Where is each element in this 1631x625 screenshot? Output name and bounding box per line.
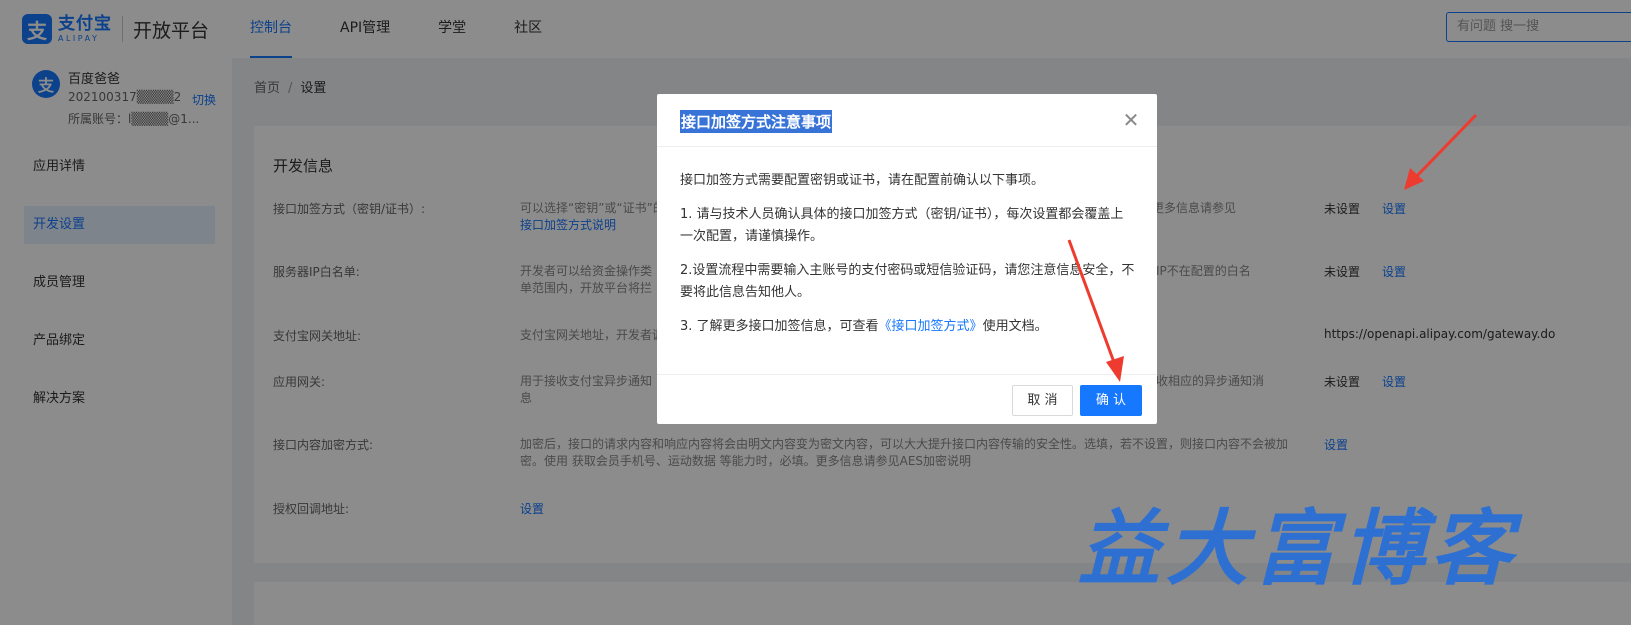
close-icon[interactable]: ✕	[1119, 108, 1143, 132]
signing-notice-modal: 接口加签方式注意事项 ✕ 接口加签方式需要配置密钥或证书，请在配置前确认以下事项…	[657, 94, 1157, 424]
signing-method-doc-link[interactable]: 《接口加签方式》	[879, 319, 983, 334]
modal-body: 接口加签方式需要配置密钥或证书，请在配置前确认以下事项。 1. 请与技术人员确认…	[680, 170, 1135, 350]
confirm-button[interactable]: 确 认	[1080, 385, 1142, 416]
modal-item-3-tail: 使用文档。	[982, 319, 1048, 334]
modal-item-2: 2.设置流程中需要输入主账号的支付密码或短信验证码，请您注意信息安全，不要将此信…	[680, 263, 1135, 300]
watermark-text: 益大富博客	[1078, 501, 1518, 597]
cancel-button[interactable]: 取 消	[1012, 385, 1073, 416]
modal-intro: 接口加签方式需要配置密钥或证书，请在配置前确认以下事项。	[680, 173, 1045, 188]
modal-footer: 取 消 确 认	[657, 374, 1157, 424]
modal-item-1: 1. 请与技术人员确认具体的接口加签方式（密钥/证书），每次设置都会覆盖上一次配…	[680, 207, 1124, 244]
modal-header: 接口加签方式注意事项 ✕	[657, 94, 1157, 147]
modal-title: 接口加签方式注意事项	[680, 110, 833, 133]
modal-item-3-text: 3. 了解更多接口加签信息，可查看	[680, 319, 879, 334]
